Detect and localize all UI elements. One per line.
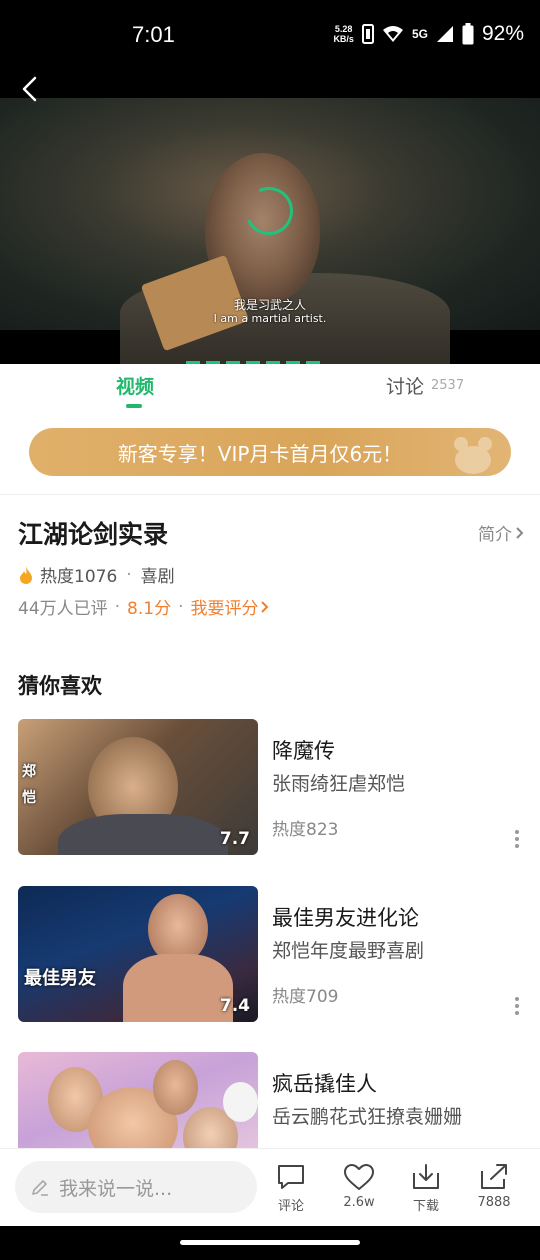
bottom-action-bar: 我来说一说... 评论 2.6w 下载 7888 xyxy=(0,1148,540,1226)
battery-icon xyxy=(462,23,474,45)
rec-title: 最佳男友进化论 xyxy=(272,906,419,930)
recommend-section-title: 猜你喜欢 xyxy=(18,674,102,698)
more-vertical-icon[interactable] xyxy=(514,829,520,849)
chevron-right-icon xyxy=(516,526,524,539)
discuss-count: 2537 xyxy=(431,378,465,393)
rec-title: 降魔传 xyxy=(272,739,335,763)
content-tabs: 视频 讨论 2537 xyxy=(0,364,540,420)
subtitle-en: I am a martial artist. xyxy=(213,312,327,325)
intro-link[interactable]: 简介 xyxy=(478,520,524,545)
thumbnail[interactable]: 郑恺 7.7 xyxy=(18,719,258,855)
rec-subtitle: 张雨绮狂虐郑恺 xyxy=(272,773,406,795)
list-item[interactable]: 郑恺 7.7 降魔传 张雨绮狂虐郑恺 热度823 xyxy=(0,719,540,857)
tab-active-indicator xyxy=(126,404,142,408)
tab-video[interactable]: 视频 xyxy=(116,372,154,399)
download-button[interactable]: 下载 xyxy=(398,1163,454,1214)
back-arrow-icon[interactable] xyxy=(18,76,42,102)
status-time: 7:01 xyxy=(132,22,175,47)
vip-promo-text: 新客专享！VIP月卡首月仅6元！ xyxy=(117,441,403,466)
more-vertical-icon[interactable] xyxy=(514,996,520,1016)
vibrate-icon xyxy=(361,24,374,44)
rec-heat: 热度823 xyxy=(272,820,339,840)
rec-subtitle: 岳云鹏花式狂撩袁姗姗 xyxy=(272,1106,463,1128)
thumbnail[interactable]: 最佳男友 7.4 xyxy=(18,886,258,1022)
system-nav-bar xyxy=(0,1226,540,1260)
poster-text: 最佳男友 xyxy=(24,968,96,989)
thumbnail-score: 7.4 xyxy=(219,996,250,1016)
show-score: 8.1分 xyxy=(127,599,172,619)
rec-title: 疯岳撬佳人 xyxy=(272,1072,377,1096)
network-type: 5G xyxy=(411,27,428,41)
comment-input[interactable]: 我来说一说... xyxy=(15,1161,257,1213)
rate-button[interactable]: 我要评分 xyxy=(191,594,269,619)
home-gesture-handle[interactable] xyxy=(180,1240,360,1245)
thumbnail-score: 7.7 xyxy=(219,829,250,849)
show-rating-row: 44万人已评 · 8.1分 · 我要评分 xyxy=(18,594,269,619)
fire-icon xyxy=(20,565,32,584)
subtitle-zh: 我是习武之人 xyxy=(233,298,306,312)
status-icons: 5.28 KB/s 5G 92% xyxy=(333,22,524,46)
show-meta: 热度1076 · 喜剧 xyxy=(18,562,175,587)
pencil-icon xyxy=(32,1180,48,1196)
comment-button[interactable]: 评论 xyxy=(263,1163,319,1214)
comment-icon xyxy=(278,1165,304,1189)
like-button[interactable]: 2.6w xyxy=(331,1163,387,1210)
share-button[interactable]: 7888 xyxy=(466,1163,522,1210)
share-icon xyxy=(481,1164,507,1189)
show-title: 江湖论剑实录 xyxy=(18,520,169,549)
tab-discuss[interactable]: 讨论 xyxy=(386,372,424,399)
list-item[interactable]: 最佳男友 7.4 最佳男友进化论 郑恺年度最野喜剧 热度709 xyxy=(0,886,540,1024)
vip-mascot-icon xyxy=(454,437,492,474)
signal-icon xyxy=(436,26,453,42)
rec-heat: 热度709 xyxy=(272,987,339,1007)
status-bar: 7:01 5.28 KB/s 5G 92% xyxy=(0,0,540,70)
poster-text: 郑恺 xyxy=(22,764,36,806)
battery-percent: 92% xyxy=(481,22,524,45)
ratings-count: 44万人已评 xyxy=(18,599,108,619)
vip-promo-banner[interactable]: 新客专享！VIP月卡首月仅6元！ xyxy=(29,428,511,476)
heart-icon xyxy=(344,1164,374,1190)
wifi-icon xyxy=(382,26,403,42)
download-icon xyxy=(413,1164,439,1189)
divider xyxy=(0,494,540,495)
rec-subtitle: 郑恺年度最野喜剧 xyxy=(272,940,425,962)
video-player[interactable]: 我是习武之人 I am a martial artist. xyxy=(0,70,540,364)
show-genre: 喜剧 xyxy=(140,567,175,587)
show-heat: 热度1076 xyxy=(40,567,118,587)
chevron-right-icon xyxy=(260,600,268,613)
net-speed: 5.28 KB/s xyxy=(333,24,354,44)
